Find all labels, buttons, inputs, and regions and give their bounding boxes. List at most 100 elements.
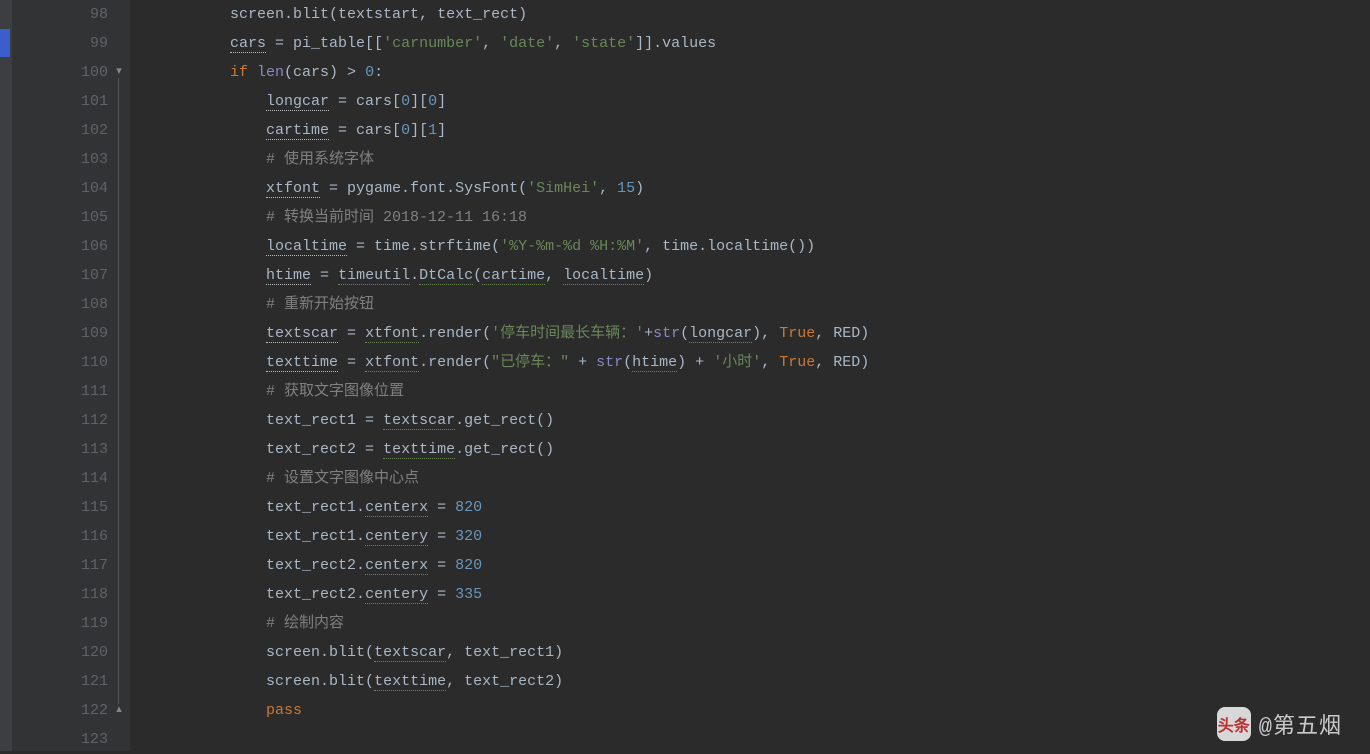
line-number[interactable]: 104 [0, 174, 108, 203]
line-number[interactable]: 123 [0, 725, 108, 754]
token-typo: localtime [563, 267, 644, 285]
token-fn: text_rect) [437, 6, 527, 23]
token-op: = [338, 354, 365, 371]
line-number[interactable]: 119 [0, 609, 108, 638]
code-area[interactable]: screen.blit(textstart, text_rect) cars =… [130, 0, 1370, 751]
line-number[interactable]: 107 [0, 261, 108, 290]
line-number[interactable]: 100 [0, 58, 108, 87]
token-op: , [482, 35, 500, 52]
code-line[interactable]: textscar = xtfont.render('停车时间最长车辆：'+str… [140, 319, 1370, 348]
code-line[interactable]: # 转换当前时间 2018-12-11 16:18 [140, 203, 1370, 232]
line-number[interactable]: 122 [0, 696, 108, 725]
line-number[interactable]: 106 [0, 232, 108, 261]
token-num: 1 [428, 122, 437, 139]
token-cmt: # 重新开始按钮 [266, 296, 374, 313]
token-op: .get_rect() [455, 412, 554, 429]
token-op: = [311, 267, 338, 284]
code-line[interactable]: text_rect1.centery = 320 [140, 522, 1370, 551]
line-number[interactable]: 102 [0, 116, 108, 145]
code-line[interactable]: cars = pi_table[['carnumber', 'date', 's… [140, 29, 1370, 58]
code-line[interactable]: text_rect2.centerx = 820 [140, 551, 1370, 580]
token-op: ][ [410, 93, 428, 110]
line-number[interactable]: 112 [0, 406, 108, 435]
token-op: = [338, 325, 365, 342]
line-number[interactable]: 98 [0, 0, 108, 29]
code-line[interactable]: htime = timeutil.DtCalc(cartime, localti… [140, 261, 1370, 290]
token-op: , [554, 35, 572, 52]
line-number[interactable]: 109 [0, 319, 108, 348]
line-number[interactable]: 101 [0, 87, 108, 116]
token-op: + [569, 354, 596, 371]
token-op: , [599, 180, 617, 197]
code-line[interactable]: text_rect1.centerx = 820 [140, 493, 1370, 522]
code-line[interactable]: xtfont = pygame.font.SysFont('SimHei', 1… [140, 174, 1370, 203]
token-op: = time.strftime( [347, 238, 500, 255]
code-editor[interactable]: 9899100101102103104105106107108109110111… [0, 0, 1370, 751]
code-line[interactable]: localtime = time.strftime('%Y-%m-%d %H:%… [140, 232, 1370, 261]
code-line[interactable]: # 使用系统字体 [140, 145, 1370, 174]
token-op: = [428, 499, 455, 516]
code-line[interactable]: cartime = cars[0][1] [140, 116, 1370, 145]
token-kw: if [230, 64, 257, 81]
token-warn: texttime [266, 354, 338, 372]
line-number[interactable]: 116 [0, 522, 108, 551]
token-op: ) [644, 267, 653, 284]
code-line[interactable]: screen.blit(textstart, text_rect) [140, 0, 1370, 29]
fold-close-icon[interactable]: ▴ [113, 704, 125, 716]
code-line[interactable]: # 绘制内容 [140, 609, 1370, 638]
code-line[interactable]: text_rect2.centery = 335 [140, 580, 1370, 609]
token-fn: screen.blit(textstart [230, 6, 419, 23]
code-line[interactable] [140, 725, 1370, 754]
line-number[interactable]: 115 [0, 493, 108, 522]
code-line[interactable]: text_rect2 = texttime.get_rect() [140, 435, 1370, 464]
line-number[interactable]: 103 [0, 145, 108, 174]
line-number[interactable]: 99 [0, 29, 108, 58]
code-line[interactable]: screen.blit(texttime, text_rect2) [140, 667, 1370, 696]
code-line[interactable]: # 重新开始按钮 [140, 290, 1370, 319]
token-op: = pygame.font.SysFont( [320, 180, 527, 197]
token-str: '小时' [713, 354, 761, 371]
fold-open-icon[interactable]: ▾ [113, 66, 125, 78]
gutter[interactable]: 9899100101102103104105106107108109110111… [12, 0, 130, 751]
line-number[interactable]: 118 [0, 580, 108, 609]
token-op: ] [437, 122, 446, 139]
code-line[interactable]: pass [140, 696, 1370, 725]
line-number[interactable]: 110 [0, 348, 108, 377]
line-number[interactable]: 105 [0, 203, 108, 232]
code-line[interactable]: texttime = xtfont.render("已停车：" + str(ht… [140, 348, 1370, 377]
token-op: screen.blit( [266, 673, 374, 690]
line-number[interactable]: 120 [0, 638, 108, 667]
token-str: 'carnumber' [383, 35, 482, 52]
line-number[interactable]: 121 [0, 667, 108, 696]
line-number[interactable]: 108 [0, 290, 108, 319]
token-cmt: # 使用系统字体 [266, 151, 374, 168]
code-line[interactable]: text_rect1 = textscar.get_rect() [140, 406, 1370, 435]
code-line[interactable]: # 获取文字图像位置 [140, 377, 1370, 406]
token-op: , text_rect2) [446, 673, 563, 690]
token-op: , text_rect1) [446, 644, 563, 661]
token-op: .render( [419, 325, 491, 342]
token-op: .get_rect() [455, 441, 554, 458]
token-typo: textscar [383, 412, 455, 430]
token-op: text_rect1. [266, 499, 365, 516]
line-number[interactable]: 111 [0, 377, 108, 406]
code-line[interactable]: # 设置文字图像中心点 [140, 464, 1370, 493]
token-op: ), [752, 325, 779, 342]
line-number[interactable]: 114 [0, 464, 108, 493]
line-number[interactable]: 117 [0, 551, 108, 580]
token-op: = cars[ [329, 122, 401, 139]
token-op: , [419, 6, 437, 23]
code-line[interactable]: screen.blit(textscar, text_rect1) [140, 638, 1370, 667]
token-op: ) [635, 180, 644, 197]
token-typo: htime [632, 354, 677, 372]
token-str: 'SimHei' [527, 180, 599, 197]
line-number[interactable]: 113 [0, 435, 108, 464]
token-typo: DtCalc [419, 267, 473, 285]
token-op: text_rect2. [266, 557, 365, 574]
token-typo: centerx [365, 557, 428, 575]
fold-guide-line [118, 78, 119, 704]
code-line[interactable]: if len(cars) > 0: [140, 58, 1370, 87]
token-op: ( [680, 325, 689, 342]
code-line[interactable]: longcar = cars[0][0] [140, 87, 1370, 116]
token-num: 335 [455, 586, 482, 603]
